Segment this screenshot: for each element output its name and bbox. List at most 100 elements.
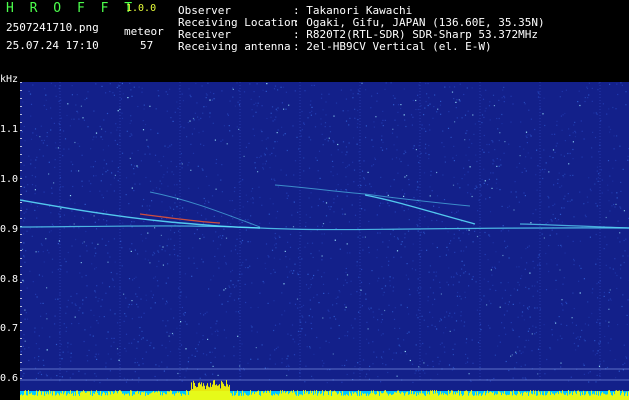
baseline-bar [567,395,568,400]
baseline-bar [409,394,410,400]
baseline-bar [517,393,518,400]
baseline-bar [150,393,151,400]
baseline-bar [290,391,291,400]
baseline-bar [209,387,210,400]
baseline-bar [324,391,325,400]
baseline-bar [418,394,419,400]
baseline-bar [101,395,102,400]
baseline-bar [528,395,529,400]
baseline-bar [357,395,358,400]
baseline-bar [600,395,601,400]
baseline-bar [420,393,421,400]
baseline-bar [298,395,299,400]
baseline-bar [243,395,244,400]
baseline-bar [185,395,186,400]
baseline-bar [149,393,150,400]
baseline-bar [220,388,221,400]
baseline-bar [271,395,272,400]
baseline-bar [428,391,429,400]
baseline-bar [413,394,414,400]
baseline-bar [521,392,522,400]
baseline-bar [44,395,45,400]
y-tick-label: 0.6 [0,373,19,384]
baseline-bar [47,392,48,400]
baseline-bar [422,393,423,400]
baseline-bar [419,392,420,400]
baseline-bar [512,395,513,400]
baseline-bar [376,393,377,400]
baseline-bar [534,394,535,400]
baseline-bar [21,394,22,400]
baseline-bar [337,394,338,400]
baseline-bar [155,392,156,400]
baseline-bar [50,393,51,400]
baseline-bar [457,393,458,400]
baseline-bar [525,391,526,400]
baseline-bar [516,395,517,400]
baseline-bar [611,395,612,400]
baseline-bar [83,390,84,400]
baseline-bar [126,394,127,400]
baseline-bar [292,392,293,400]
baseline-bar [23,394,24,400]
baseline-bar [352,391,353,400]
baseline-bar [378,391,379,400]
baseline-bar [318,393,319,400]
baseline-bar [64,392,65,400]
baseline-bar [563,393,564,400]
baseline-bar [291,390,292,400]
baseline-bar [580,395,581,400]
baseline-bar [147,394,148,400]
baseline-bar [361,395,362,400]
baseline-bar [574,390,575,400]
baseline-bar [398,390,399,400]
baseline-bar [182,393,183,400]
baseline-bar [390,393,391,400]
baseline-bar [565,394,566,400]
baseline-bar [104,392,105,400]
baseline-bar [230,392,231,400]
baseline-bar [237,390,238,400]
baseline-bar [626,391,627,400]
info-key-antenna: Receiving antenna [178,40,291,53]
baseline-bar [199,382,200,400]
baseline-bar [213,380,214,400]
baseline-bar [211,386,212,400]
app-version: 1.0.0 [126,3,157,14]
baseline-bar [319,391,320,400]
baseline-bar [66,395,67,400]
baseline-bar [24,390,25,400]
baseline-bar [469,393,470,400]
baseline-bar [272,395,273,400]
baseline-bar [184,394,185,400]
baseline-bar [22,395,23,400]
baseline-bar [465,390,466,400]
baseline-bar [142,391,143,400]
baseline-bar [478,395,479,400]
baseline-bar [140,395,141,400]
baseline-bar [71,393,72,400]
baseline-bar [172,394,173,400]
baseline-bar [573,391,574,400]
baseline-bar [578,390,579,400]
baseline-bar [558,394,559,400]
baseline-bar [282,390,283,400]
baseline-bar [490,391,491,400]
baseline-bar [519,392,520,400]
baseline-bar [333,391,334,400]
baseline-bar [359,395,360,400]
baseline-bar [441,394,442,400]
baseline-bar [481,395,482,400]
baseline-bar [588,393,589,400]
baseline-bar [358,390,359,400]
baseline-bar [154,392,155,400]
baseline-bar [96,390,97,400]
baseline-bar [350,393,351,400]
spectrogram-background [20,82,629,400]
baseline-bar [246,394,247,400]
baseline-bar [332,391,333,400]
baseline-bar [355,392,356,400]
baseline-bar [571,391,572,400]
baseline-bar [621,393,622,400]
baseline-bar [228,386,229,400]
